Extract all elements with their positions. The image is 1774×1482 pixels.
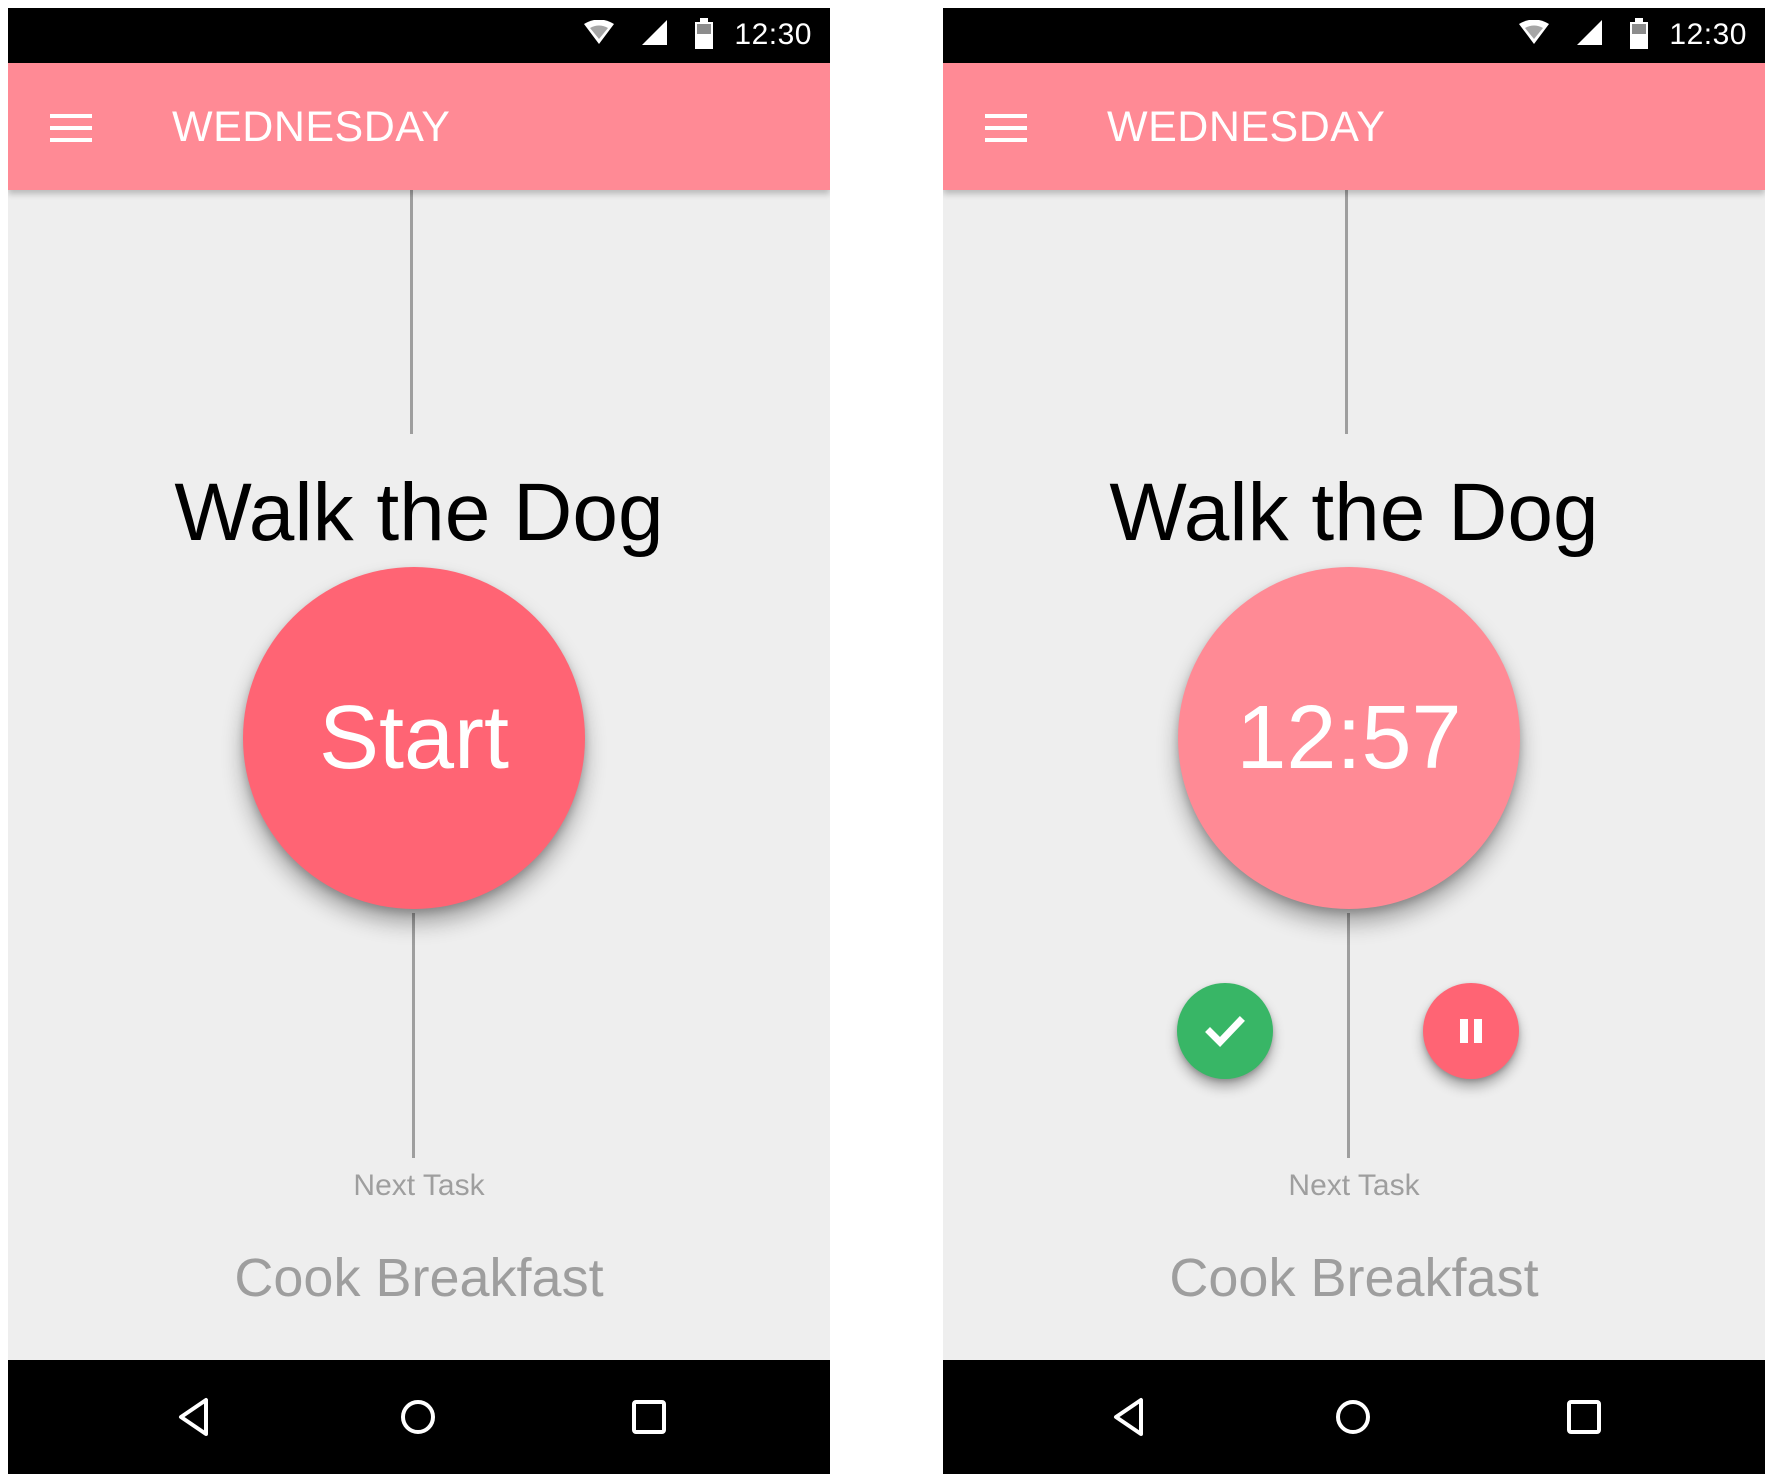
current-task-title: Walk the Dog (174, 467, 664, 558)
timeline-connector-bottom (412, 913, 415, 1158)
back-triangle-icon[interactable] (1107, 1393, 1155, 1441)
status-time: 12:30 (1669, 18, 1747, 51)
battery-icon (695, 18, 713, 49)
pause-icon (1460, 1019, 1482, 1043)
timer-display[interactable]: 12:57 (1178, 567, 1520, 909)
status-bar: 12:30 (8, 8, 830, 63)
recents-square-icon[interactable] (625, 1393, 673, 1441)
app-bar: WEDNESDAY (8, 63, 830, 190)
app-bar: WEDNESDAY (943, 63, 1765, 190)
recents-square-icon[interactable] (1560, 1393, 1608, 1441)
next-task-label: Next Task (353, 1169, 485, 1202)
navigation-bar (8, 1360, 830, 1474)
next-task-title[interactable]: Cook Breakfast (943, 1245, 1765, 1311)
back-triangle-icon[interactable] (172, 1393, 220, 1441)
start-button[interactable]: Start (243, 567, 585, 909)
complete-button[interactable] (1177, 983, 1273, 1079)
battery-icon (1630, 18, 1648, 49)
timer-value: 12:57 (1236, 687, 1462, 788)
pause-button[interactable] (1423, 983, 1519, 1079)
signal-icon (1577, 20, 1602, 45)
menu-icon[interactable] (985, 114, 1027, 142)
current-task-title: Walk the Dog (1109, 467, 1599, 558)
phone-screen-running: 12:30 WEDNESDAY Walk the Dog 12:57 Next … (943, 8, 1765, 1474)
timeline-connector-top (410, 190, 413, 434)
checkmark-icon (1205, 1016, 1245, 1048)
home-circle-icon[interactable] (394, 1393, 442, 1441)
timeline-connector-top (1345, 190, 1348, 434)
home-circle-icon[interactable] (1329, 1393, 1377, 1441)
timeline-connector-bottom (1347, 913, 1350, 1158)
status-bar: 12:30 (943, 8, 1765, 63)
phone-screen-start: 12:30 WEDNESDAY Walk the Dog Start Next … (8, 8, 830, 1474)
wifi-icon (1519, 20, 1549, 44)
status-time: 12:30 (734, 18, 812, 51)
app-title: WEDNESDAY (172, 103, 451, 151)
navigation-bar (943, 1360, 1765, 1474)
app-title: WEDNESDAY (1107, 103, 1386, 151)
next-task-title[interactable]: Cook Breakfast (8, 1245, 830, 1311)
menu-icon[interactable] (50, 114, 92, 142)
wifi-icon (584, 20, 614, 44)
signal-icon (642, 20, 667, 45)
start-button-label: Start (318, 687, 510, 788)
next-task-label: Next Task (1288, 1169, 1420, 1202)
